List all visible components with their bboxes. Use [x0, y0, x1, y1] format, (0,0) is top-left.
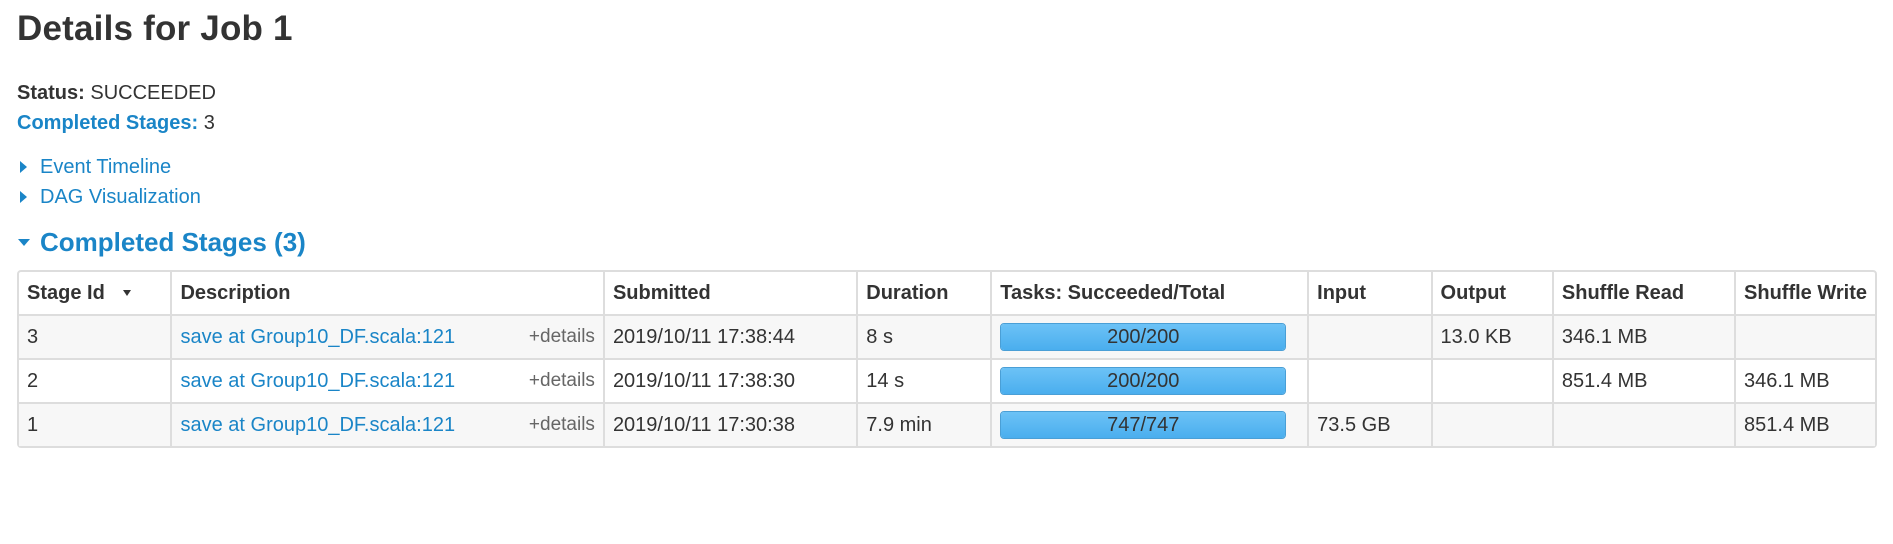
tasks-progress-bar: 200/200: [1000, 323, 1287, 351]
table-row: 2 save at Group10_DF.scala:121 +details …: [19, 358, 1875, 402]
header-input[interactable]: Input: [1309, 272, 1433, 316]
status-value: SUCCEEDED: [90, 82, 216, 104]
job-details-page: Details for Job 1 Status: SUCCEEDED Comp…: [0, 0, 1893, 448]
progress-text: 200/200: [1107, 326, 1180, 348]
dag-visualization-toggle[interactable]: DAG Visualization: [17, 182, 1876, 212]
cell-stage-id: 2: [19, 358, 173, 402]
cell-tasks: 200/200: [992, 358, 1310, 402]
tasks-progress-bar: 747/747: [1000, 411, 1287, 439]
header-shuffle-write[interactable]: Shuffle Write: [1736, 272, 1875, 316]
stage-description-link[interactable]: save at Group10_DF.scala:121: [180, 326, 455, 349]
cell-shuffle-read: 851.4 MB: [1553, 358, 1737, 402]
completed-stages-section-toggle[interactable]: Completed Stages (3): [17, 224, 1876, 260]
stage-description-link[interactable]: save at Group10_DF.scala:121: [180, 414, 455, 437]
cell-input: [1309, 316, 1433, 358]
cell-duration: 8 s: [858, 316, 993, 358]
cell-description: save at Group10_DF.scala:121 +details: [172, 358, 605, 402]
header-submitted[interactable]: Submitted: [604, 272, 859, 316]
tasks-progress-bar: 200/200: [1000, 367, 1287, 395]
cell-input: [1309, 358, 1433, 402]
cell-shuffle-write: [1736, 316, 1875, 358]
cell-shuffle-write: 346.1 MB: [1736, 358, 1875, 402]
cell-stage-id: 3: [19, 316, 173, 358]
cell-submitted: 2019/10/11 17:38:30: [604, 358, 859, 402]
progress-text: 200/200: [1107, 370, 1180, 392]
table-header-row: Stage Id Description Submitted Duration …: [19, 272, 1875, 316]
progress-text: 747/747: [1107, 414, 1180, 436]
header-duration[interactable]: Duration: [858, 272, 993, 316]
dag-visualization-label: DAG Visualization: [40, 186, 201, 208]
page-title: Details for Job 1: [17, 9, 293, 48]
cell-duration: 7.9 min: [858, 402, 993, 446]
caret-right-icon: [20, 161, 27, 173]
visualization-toggles: Event Timeline DAG Visualization: [17, 152, 1876, 212]
status-line: Status: SUCCEEDED: [17, 78, 1876, 108]
sort-descending-icon: [122, 290, 131, 297]
header-description[interactable]: Description: [172, 272, 605, 316]
cell-shuffle-read: 346.1 MB: [1553, 316, 1737, 358]
details-toggle[interactable]: +details: [529, 326, 595, 348]
completed-stages-count: 3: [203, 112, 215, 134]
details-toggle[interactable]: +details: [529, 414, 595, 436]
cell-input: 73.5 GB: [1309, 402, 1433, 446]
cell-shuffle-read: [1553, 402, 1737, 446]
stage-description-link[interactable]: save at Group10_DF.scala:121: [180, 370, 455, 393]
cell-description: save at Group10_DF.scala:121 +details: [172, 316, 605, 358]
header-stage-id-label: Stage Id: [27, 281, 105, 304]
cell-submitted: 2019/10/11 17:30:38: [604, 402, 859, 446]
cell-shuffle-write: 851.4 MB: [1736, 402, 1875, 446]
event-timeline-label: Event Timeline: [40, 156, 172, 178]
completed-stages-table: Stage Id Description Submitted Duration …: [17, 270, 1877, 448]
header-output[interactable]: Output: [1432, 272, 1554, 316]
cell-tasks: 747/747: [992, 402, 1310, 446]
cell-output: [1432, 358, 1554, 402]
cell-description: save at Group10_DF.scala:121 +details: [172, 402, 605, 446]
header-tasks[interactable]: Tasks: Succeeded/Total: [992, 272, 1310, 316]
cell-duration: 14 s: [858, 358, 993, 402]
caret-down-icon: [18, 238, 30, 246]
header-shuffle-read[interactable]: Shuffle Read: [1553, 272, 1737, 316]
event-timeline-toggle[interactable]: Event Timeline: [17, 152, 1876, 182]
status-label: Status:: [17, 82, 85, 104]
job-summary: Status: SUCCEEDED Completed Stages: 3: [17, 78, 1876, 138]
completed-stages-heading: Completed Stages (3): [40, 227, 306, 257]
completed-stages-link[interactable]: Completed Stages:: [17, 112, 198, 134]
cell-output: 13.0 KB: [1432, 316, 1554, 358]
cell-stage-id: 1: [19, 402, 173, 446]
completed-stages-line: Completed Stages: 3: [17, 108, 1876, 138]
table-row: 1 save at Group10_DF.scala:121 +details …: [19, 402, 1875, 446]
cell-submitted: 2019/10/11 17:38:44: [604, 316, 859, 358]
caret-right-icon: [20, 191, 27, 203]
details-toggle[interactable]: +details: [529, 370, 595, 392]
header-stage-id[interactable]: Stage Id: [19, 272, 173, 316]
table-row: 3 save at Group10_DF.scala:121 +details …: [19, 316, 1875, 358]
cell-output: [1432, 402, 1554, 446]
cell-tasks: 200/200: [992, 316, 1310, 358]
